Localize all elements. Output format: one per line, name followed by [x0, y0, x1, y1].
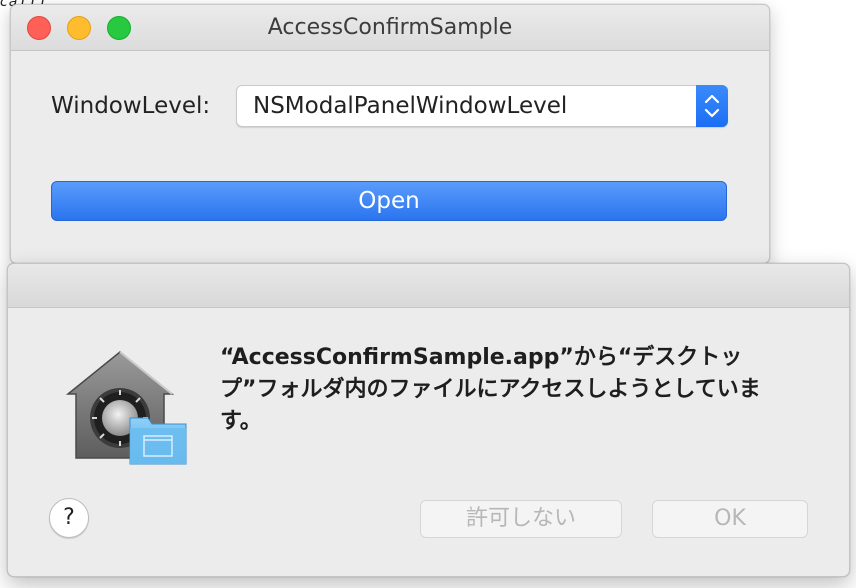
- window-titlebar[interactable]: AccessConfirmSample: [11, 5, 769, 51]
- ok-button[interactable]: OK: [652, 500, 808, 538]
- alert-titlebar: [8, 264, 849, 308]
- window-level-popup[interactable]: NSModalPanelWindowLevel: [236, 85, 728, 127]
- window-level-value: NSModalPanelWindowLevel: [253, 93, 568, 119]
- window-level-label: WindowLevel:: [51, 93, 211, 119]
- open-button[interactable]: Open: [51, 181, 727, 221]
- alert-message: “AccessConfirmSample.app”から“デスクトップ”フォルダ内…: [220, 345, 761, 434]
- main-window: AccessConfirmSample WindowLevel: NSModal…: [10, 4, 770, 264]
- security-lock-folder-icon: [60, 346, 190, 468]
- help-button[interactable]: ?: [49, 498, 89, 538]
- deny-button[interactable]: 許可しない: [420, 500, 622, 538]
- access-alert-dialog: “AccessConfirmSample.app”から“デスクトップ”フォルダ内…: [7, 263, 850, 577]
- updown-chevron-icon[interactable]: [696, 85, 728, 127]
- window-title: AccessConfirmSample: [267, 15, 513, 40]
